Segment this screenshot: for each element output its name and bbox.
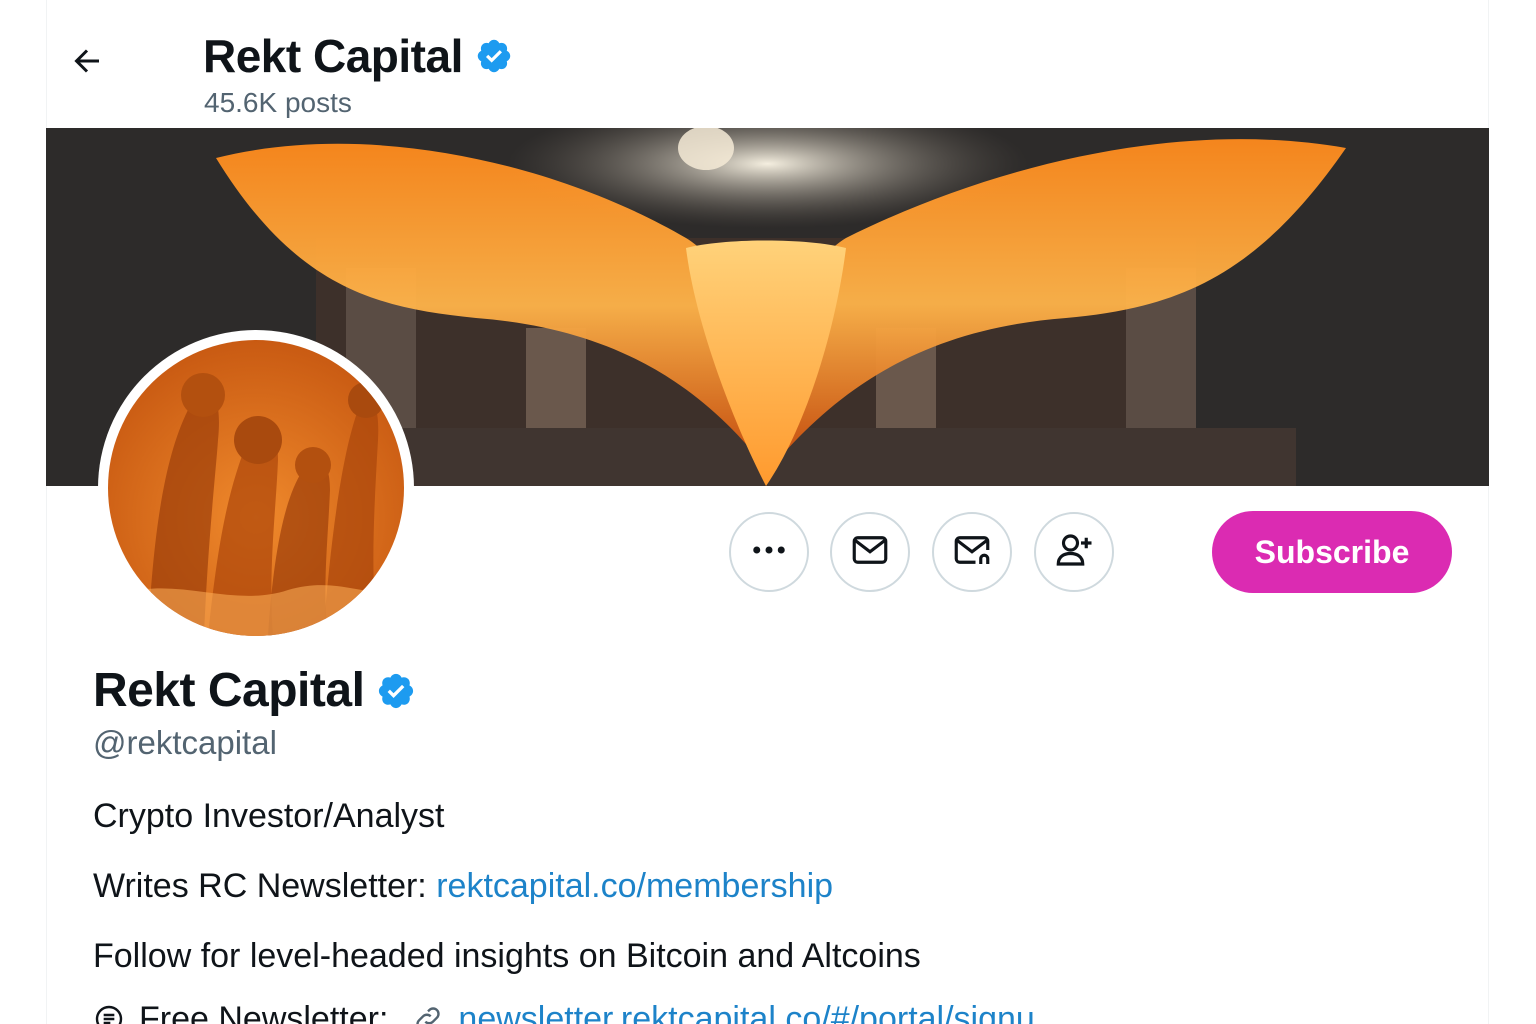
person-add-icon	[1053, 529, 1095, 576]
bio-text: Free Newsletter:	[139, 1000, 389, 1024]
bio-line: Follow for level-headed insights on Bitc…	[93, 937, 921, 975]
more-button[interactable]	[729, 512, 809, 592]
header-title: Rekt Capital	[203, 30, 463, 82]
profile-name-row: Rekt Capital	[93, 662, 416, 720]
verified-badge-icon[interactable]	[376, 671, 416, 711]
profile-name: Rekt Capital	[93, 664, 365, 717]
avatar[interactable]	[98, 330, 414, 646]
membership-link[interactable]: rektcapital.co/membership	[436, 867, 833, 905]
profile-page: Rekt Capital 45.6K posts Subscribe Rekt …	[0, 0, 1536, 1024]
bio-line: Free Newsletter: newsletter.rektcapital.…	[93, 998, 1035, 1024]
bio-line: Crypto Investor/Analyst	[93, 797, 445, 835]
profile-handle: @rektcapital	[93, 724, 277, 761]
follow-button[interactable]	[1034, 512, 1114, 592]
message-button[interactable]	[830, 512, 910, 592]
verified-badge-icon[interactable]	[475, 37, 513, 75]
link-icon	[412, 1003, 444, 1024]
subscribe-button[interactable]: Subscribe	[1212, 511, 1452, 593]
bio-line: Writes RC Newsletter: rektcapital.co/mem…	[93, 865, 833, 907]
newsletter-icon	[93, 1003, 125, 1024]
mail-icon	[849, 529, 891, 576]
bio-text: Writes RC Newsletter:	[93, 867, 427, 905]
mail-bell-icon	[951, 529, 993, 576]
avatar-image	[108, 340, 404, 636]
newsletter-subscribe-button[interactable]	[932, 512, 1012, 592]
post-count: 45.6K posts	[204, 87, 352, 118]
arrow-left-icon	[69, 43, 105, 84]
more-horizontal-icon	[748, 529, 790, 576]
newsletter-link[interactable]: newsletter.rektcapital.co/#/portal/signu	[458, 998, 1034, 1024]
header-title-row: Rekt Capital	[203, 28, 513, 84]
back-button[interactable]	[58, 34, 116, 92]
